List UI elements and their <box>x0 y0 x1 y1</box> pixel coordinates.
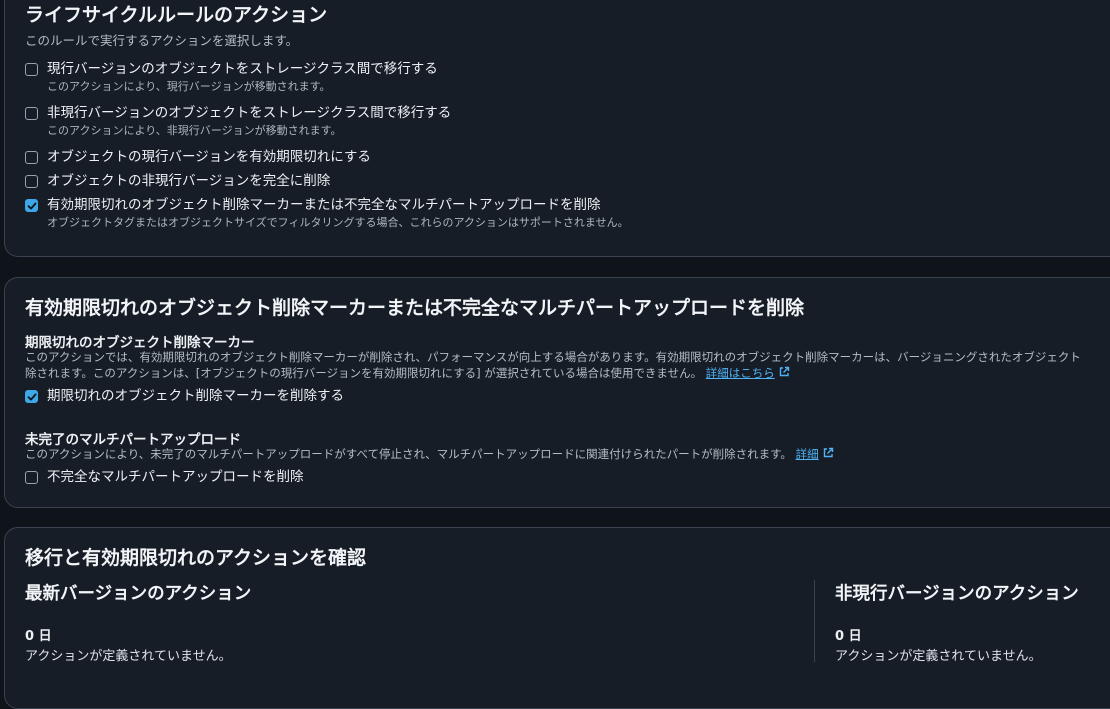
delete-markers-title: 有効期限切れのオブジェクト削除マーカーまたは不完全なマルチパートアップロードを削… <box>25 297 805 319</box>
option-delete-expired-object-markers[interactable]: 期限切れのオブジェクト削除マーカーを削除する <box>25 388 344 405</box>
option-label: 有効期限切れのオブジェクト削除マーカーまたは不完全なマルチパートアップロードを削… <box>47 197 601 213</box>
expired-markers-heading: 期限切れのオブジェクト削除マーカー <box>25 335 255 351</box>
option-transition-noncurrent[interactable]: 非現行バージョンのオブジェクトをストレージクラス間で移行する このアクションによ… <box>25 105 451 138</box>
review-actions-panel: 移行と有効期限切れのアクションを確認 最新バージョンのアクション 0 日 アクシ… <box>4 527 1110 709</box>
option-sublabel: このアクションにより、非現行バージョンが移動されます。 <box>47 124 342 137</box>
checkbox-delete-expired-markers[interactable] <box>25 199 38 212</box>
learn-more-link[interactable]: 詳細はこちら <box>706 366 775 380</box>
option-label: 非現行バージョンのオブジェクトをストレージクラス間で移行する <box>47 105 452 121</box>
check-icon <box>27 393 36 400</box>
noncurrent-version-days: 0 日 <box>835 629 862 644</box>
option-label: オブジェクトの現行バージョンを有効期限切れにする <box>47 149 371 165</box>
option-delete-expired-markers[interactable]: 有効期限切れのオブジェクト削除マーカーまたは不完全なマルチパートアップロードを削… <box>25 197 629 230</box>
option-transition-current[interactable]: 現行バージョンのオブジェクトをストレージクラス間で移行する このアクションにより… <box>25 61 438 94</box>
column-divider <box>814 580 815 662</box>
expired-markers-desc-line1: このアクションでは、有効期限切れのオブジェクト削除マーカーが削除され、パフォーマ… <box>25 350 1081 364</box>
delete-markers-panel: 有効期限切れのオブジェクト削除マーカーまたは不完全なマルチパートアップロードを削… <box>4 277 1110 508</box>
multipart-desc: このアクションにより、未完了のマルチパートアップロードがすべて停止され、マルチパ… <box>25 446 834 462</box>
option-sublabel: このアクションにより、現行バージョンが移動されます。 <box>47 80 331 93</box>
lifecycle-actions-title: ライフサイクルルールのアクション <box>25 4 328 26</box>
lifecycle-actions-description: このルールで実行するアクションを選択します。 <box>25 33 299 48</box>
multipart-heading: 未完了のマルチパートアップロード <box>25 432 241 448</box>
option-delete-incomplete-multipart[interactable]: 不完全なマルチパートアップロードを削除 <box>25 469 304 486</box>
option-label: 期限切れのオブジェクト削除マーカーを削除する <box>47 388 344 404</box>
checkbox-expire-current[interactable] <box>25 151 38 164</box>
review-actions-title: 移行と有効期限切れのアクションを確認 <box>25 547 367 569</box>
option-sublabel: オブジェクトタグまたはオブジェクトサイズでフィルタリングする場合、これらのアクシ… <box>47 216 629 229</box>
current-version-actions-heading: 最新バージョンのアクション <box>25 584 252 604</box>
option-label: 不完全なマルチパートアップロードを削除 <box>47 469 304 485</box>
option-label: オブジェクトの非現行バージョンを完全に削除 <box>47 173 331 189</box>
option-label: 現行バージョンのオブジェクトをストレージクラス間で移行する <box>47 61 438 77</box>
check-icon <box>27 202 36 209</box>
lifecycle-actions-panel: ライフサイクルルールのアクション このルールで実行するアクションを選択します。 … <box>4 0 1110 257</box>
details-link[interactable]: 詳細 <box>796 447 819 461</box>
option-expire-current[interactable]: オブジェクトの現行バージョンを有効期限切れにする <box>25 149 371 166</box>
current-version-days: 0 日 <box>25 629 52 644</box>
checkbox-delete-noncurrent[interactable] <box>25 175 38 188</box>
expired-markers-desc-line2: 除されます。このアクションは、[オブジェクトの現行バージョンを有効期限切れにする… <box>25 365 790 381</box>
option-delete-noncurrent[interactable]: オブジェクトの非現行バージョンを完全に削除 <box>25 173 330 190</box>
checkbox-transition-current[interactable] <box>25 63 38 76</box>
checkbox-delete-expired-object-markers[interactable] <box>25 390 38 403</box>
expired-markers-desc-text: 除されます。このアクションは、[オブジェクトの現行バージョンを有効期限切れにする… <box>25 366 703 380</box>
external-link-icon <box>779 366 789 377</box>
current-version-status: アクションが定義されていません。 <box>25 649 232 664</box>
multipart-desc-text: このアクションにより、未完了のマルチパートアップロードがすべて停止され、マルチパ… <box>25 447 792 461</box>
external-link-icon <box>823 447 833 458</box>
noncurrent-version-status: アクションが定義されていません。 <box>835 649 1042 664</box>
checkbox-delete-incomplete-multipart[interactable] <box>25 471 38 484</box>
noncurrent-version-actions-heading: 非現行バージョンのアクション <box>835 584 1079 604</box>
checkbox-transition-noncurrent[interactable] <box>25 107 38 120</box>
